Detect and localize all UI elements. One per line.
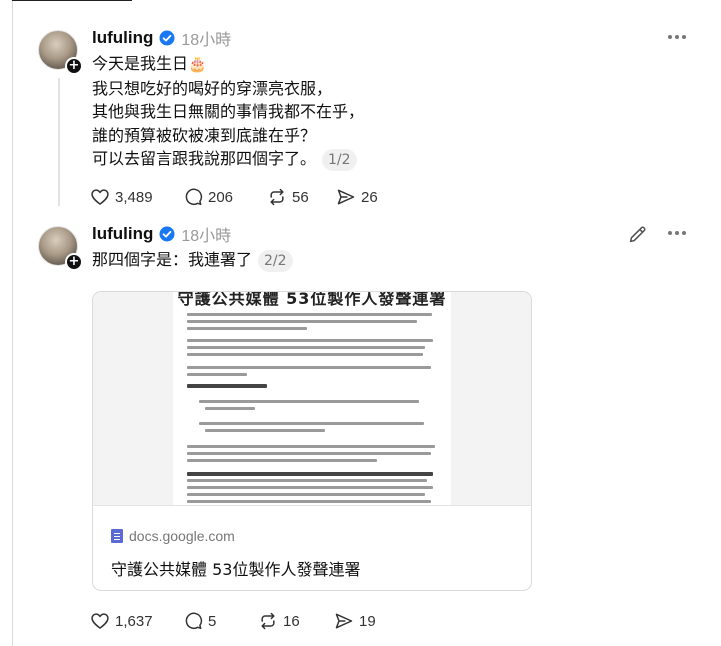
comment-count: 206 [208,188,234,206]
document-title: 守護公共媒體 53位製作人發聲連署 [177,292,447,308]
link-domain: docs.google.com [111,528,235,544]
repost-count: 56 [292,188,309,206]
comment-count: 5 [208,612,217,630]
share-icon [337,189,355,205]
follow-plus-icon[interactable]: + [65,253,83,271]
share-button[interactable]: 26 [336,184,378,210]
heart-icon [91,613,109,629]
post-header: lufuling 18小時 [92,223,231,245]
action-bar: 1,637 5 16 19 [90,608,376,634]
post-text: 今天是我生日🎂 我只想吃好的喝好的穿漂亮衣服， 其他與我生日無關的事情我都不在乎… [92,52,364,171]
document-thumbnail: 守護公共媒體 53位製作人發聲連署 [173,292,451,505]
repost-icon [261,612,275,630]
username[interactable]: lufuling [92,224,153,244]
thread-frame-top-border [12,0,132,1]
heart-icon [91,189,109,205]
post-line: 其他與我生日無關的事情我都不在乎， [92,102,365,121]
more-icon[interactable] [666,30,688,44]
link-preview-image: 守護公共媒體 53位製作人發聲連署 [93,292,531,505]
like-button[interactable]: 3,489 [90,184,183,210]
like-count: 3,489 [115,188,153,206]
post-time[interactable]: 18小時 [181,26,231,50]
username[interactable]: lufuling [92,28,153,48]
action-bar: 3,489 206 56 26 [90,184,378,210]
avatar-post-2[interactable]: + [38,226,83,271]
repost-icon [270,188,284,206]
more-icon[interactable] [666,226,688,240]
edit-icon[interactable] [627,223,649,245]
thread-connector-line [58,78,60,206]
verified-icon [159,30,175,46]
post-time[interactable]: 18小時 [181,222,231,246]
birthday-cake-icon: 🎂 [188,55,207,73]
post-line: 我只想吃好的喝好的穿漂亮衣服， [92,78,333,98]
comment-icon [185,612,203,630]
comment-button[interactable]: 5 [183,608,258,634]
share-icon [335,613,353,629]
comment-icon [185,188,203,206]
docs-icon [111,529,123,543]
post-text: 那四個字是：我連署了 2/2 [92,248,293,272]
post-header: lufuling 18小時 [92,27,231,49]
link-title[interactable]: 守護公共媒體 53位製作人發聲連署 [111,556,360,580]
like-button[interactable]: 1,637 [90,608,183,634]
post-line: 可以去留言跟我說那四個字了。 [92,149,317,168]
share-count: 26 [361,188,378,206]
post-line: 那四個字是：我連署了 [92,250,253,269]
thread-frame-border [12,0,13,646]
repost-button[interactable]: 16 [258,608,334,634]
link-preview-meta: docs.google.com 守護公共媒體 53位製作人發聲連署 [93,505,531,590]
link-domain-text: docs.google.com [129,528,235,544]
follow-plus-icon[interactable]: + [65,57,83,75]
repost-button[interactable]: 56 [267,184,336,210]
post-line: 誰的預算被砍被凍到底誰在乎？ [92,125,317,145]
avatar-post-1[interactable]: + [38,30,83,75]
page-badge: 1/2 [322,148,357,171]
post-line: 今天是我生日 [92,54,189,73]
share-button[interactable]: 19 [334,608,376,634]
like-count: 1,637 [115,612,153,630]
page-badge: 2/2 [258,249,293,272]
verified-icon [159,226,175,242]
share-count: 19 [359,612,376,630]
link-preview-card[interactable]: 守護公共媒體 53位製作人發聲連署 docs.google.com 守護公共媒體… [92,291,532,591]
comment-button[interactable]: 206 [183,184,267,210]
repost-count: 16 [283,612,300,630]
